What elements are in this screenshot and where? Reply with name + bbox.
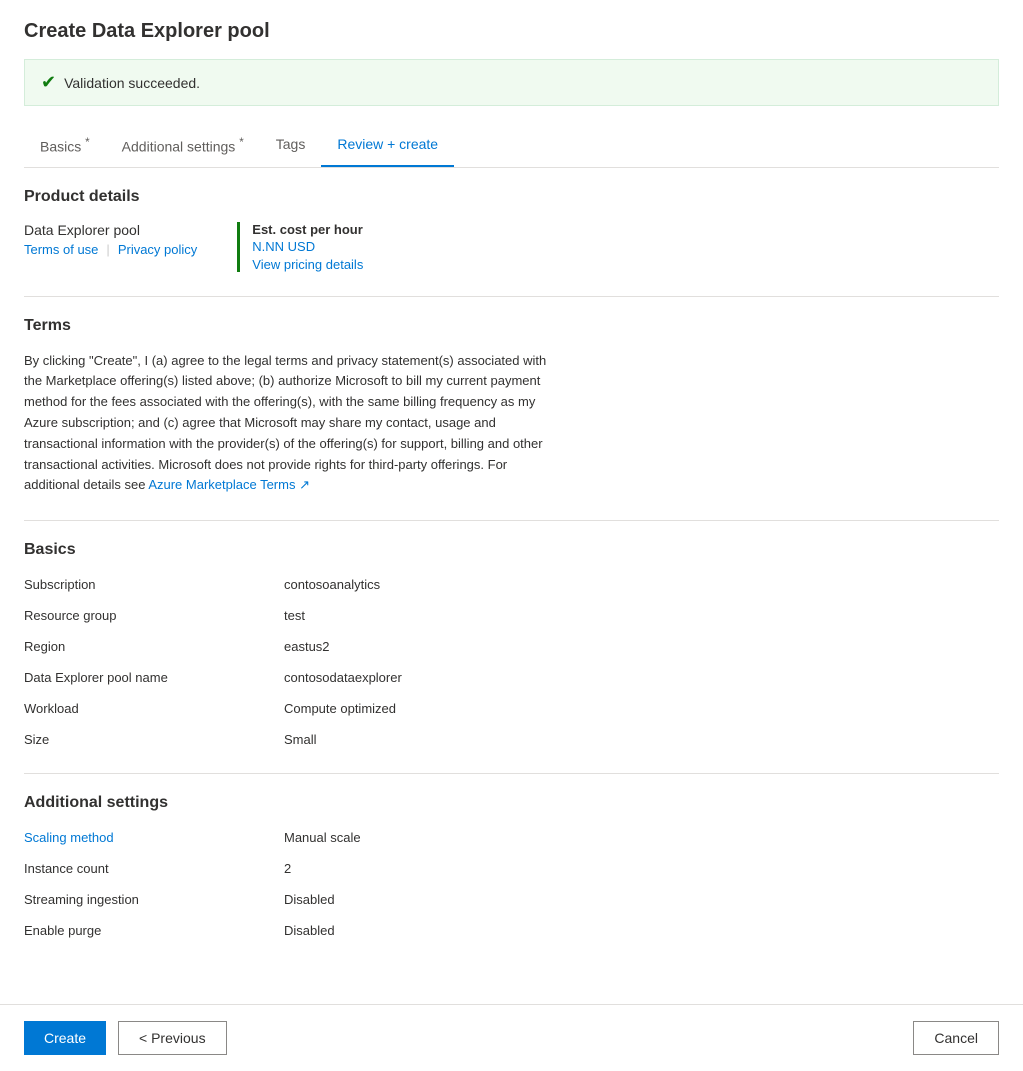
create-button[interactable]: Create: [24, 1021, 106, 1055]
divider-2: [24, 520, 999, 521]
basics-resource-group-label: Resource group: [24, 606, 284, 625]
streaming-ingestion-label: Streaming ingestion: [24, 890, 284, 909]
validation-banner: ✔ Validation succeeded.: [24, 59, 999, 106]
cost-label: Est. cost per hour: [252, 222, 363, 237]
basics-pool-name-label: Data Explorer pool name: [24, 668, 284, 687]
marketplace-terms-link[interactable]: Azure Marketplace Terms ↗: [148, 477, 310, 492]
divider-3: [24, 773, 999, 774]
product-info: Data Explorer pool Terms of use | Privac…: [24, 222, 197, 257]
basics-subscription-label: Subscription: [24, 575, 284, 594]
product-name: Data Explorer pool: [24, 222, 197, 238]
basics-pool-name-value: contosodataexplorer: [284, 668, 724, 687]
basics-region-label: Region: [24, 637, 284, 656]
cancel-button[interactable]: Cancel: [913, 1021, 999, 1055]
main-content: Create Data Explorer pool ✔ Validation s…: [0, 0, 1023, 1004]
basics-size-value: Small: [284, 730, 724, 749]
privacy-policy-link[interactable]: Privacy policy: [118, 242, 197, 257]
view-pricing-link[interactable]: View pricing details: [252, 257, 363, 272]
instance-count-value: 2: [284, 859, 724, 878]
basics-resource-group-value: test: [284, 606, 724, 625]
scaling-method-label[interactable]: Scaling method: [24, 828, 284, 847]
additional-settings-title: Additional settings: [24, 794, 999, 812]
product-details-title: Product details: [24, 188, 999, 206]
terms-body: By clicking "Create", I (a) agree to the…: [24, 351, 564, 497]
terms-title: Terms: [24, 317, 999, 335]
tab-tags[interactable]: Tags: [260, 126, 322, 167]
divider-1: [24, 296, 999, 297]
terms-section: Terms By clicking "Create", I (a) agree …: [24, 317, 999, 497]
product-details-box: Data Explorer pool Terms of use | Privac…: [24, 222, 999, 272]
cost-section: Est. cost per hour N.NN USD View pricing…: [237, 222, 363, 272]
product-links: Terms of use | Privacy policy: [24, 242, 197, 257]
additional-settings-grid: Scaling method Manual scale Instance cou…: [24, 828, 724, 940]
tab-additional-settings[interactable]: Additional settings *: [106, 126, 260, 167]
basics-grid: Subscription contosoanalytics Resource g…: [24, 575, 724, 749]
enable-purge-label: Enable purge: [24, 921, 284, 940]
content-area: Product details Data Explorer pool Terms…: [24, 168, 999, 985]
scaling-method-value: Manual scale: [284, 828, 724, 847]
validation-text: Validation succeeded.: [64, 75, 200, 91]
basics-size-label: Size: [24, 730, 284, 749]
instance-count-label: Instance count: [24, 859, 284, 878]
check-icon: ✔: [41, 72, 56, 93]
page-title: Create Data Explorer pool: [24, 20, 999, 43]
cost-value: N.NN USD: [252, 239, 363, 254]
streaming-ingestion-value: Disabled: [284, 890, 724, 909]
basics-subscription-value: contosoanalytics: [284, 575, 724, 594]
previous-button[interactable]: < Previous: [118, 1021, 227, 1055]
basics-region-value: eastus2: [284, 637, 724, 656]
basics-workload-label: Workload: [24, 699, 284, 718]
page-wrapper: Create Data Explorer pool ✔ Validation s…: [0, 0, 1023, 1071]
basics-workload-value: Compute optimized: [284, 699, 724, 718]
additional-settings-section: Additional settings Scaling method Manua…: [24, 794, 999, 940]
basics-section: Basics Subscription contosoanalytics Res…: [24, 541, 999, 749]
basics-title: Basics: [24, 541, 999, 559]
tabs-container: Basics * Additional settings * Tags Revi…: [24, 126, 999, 168]
footer: Create < Previous Cancel: [0, 1004, 1023, 1071]
terms-of-use-link[interactable]: Terms of use: [24, 242, 98, 257]
tab-review-create[interactable]: Review + create: [321, 126, 454, 167]
product-details-section: Product details Data Explorer pool Terms…: [24, 188, 999, 272]
pipe-divider: |: [106, 242, 109, 257]
tab-basics[interactable]: Basics *: [24, 126, 106, 167]
footer-left: Create < Previous: [24, 1021, 227, 1055]
enable-purge-value: Disabled: [284, 921, 724, 940]
